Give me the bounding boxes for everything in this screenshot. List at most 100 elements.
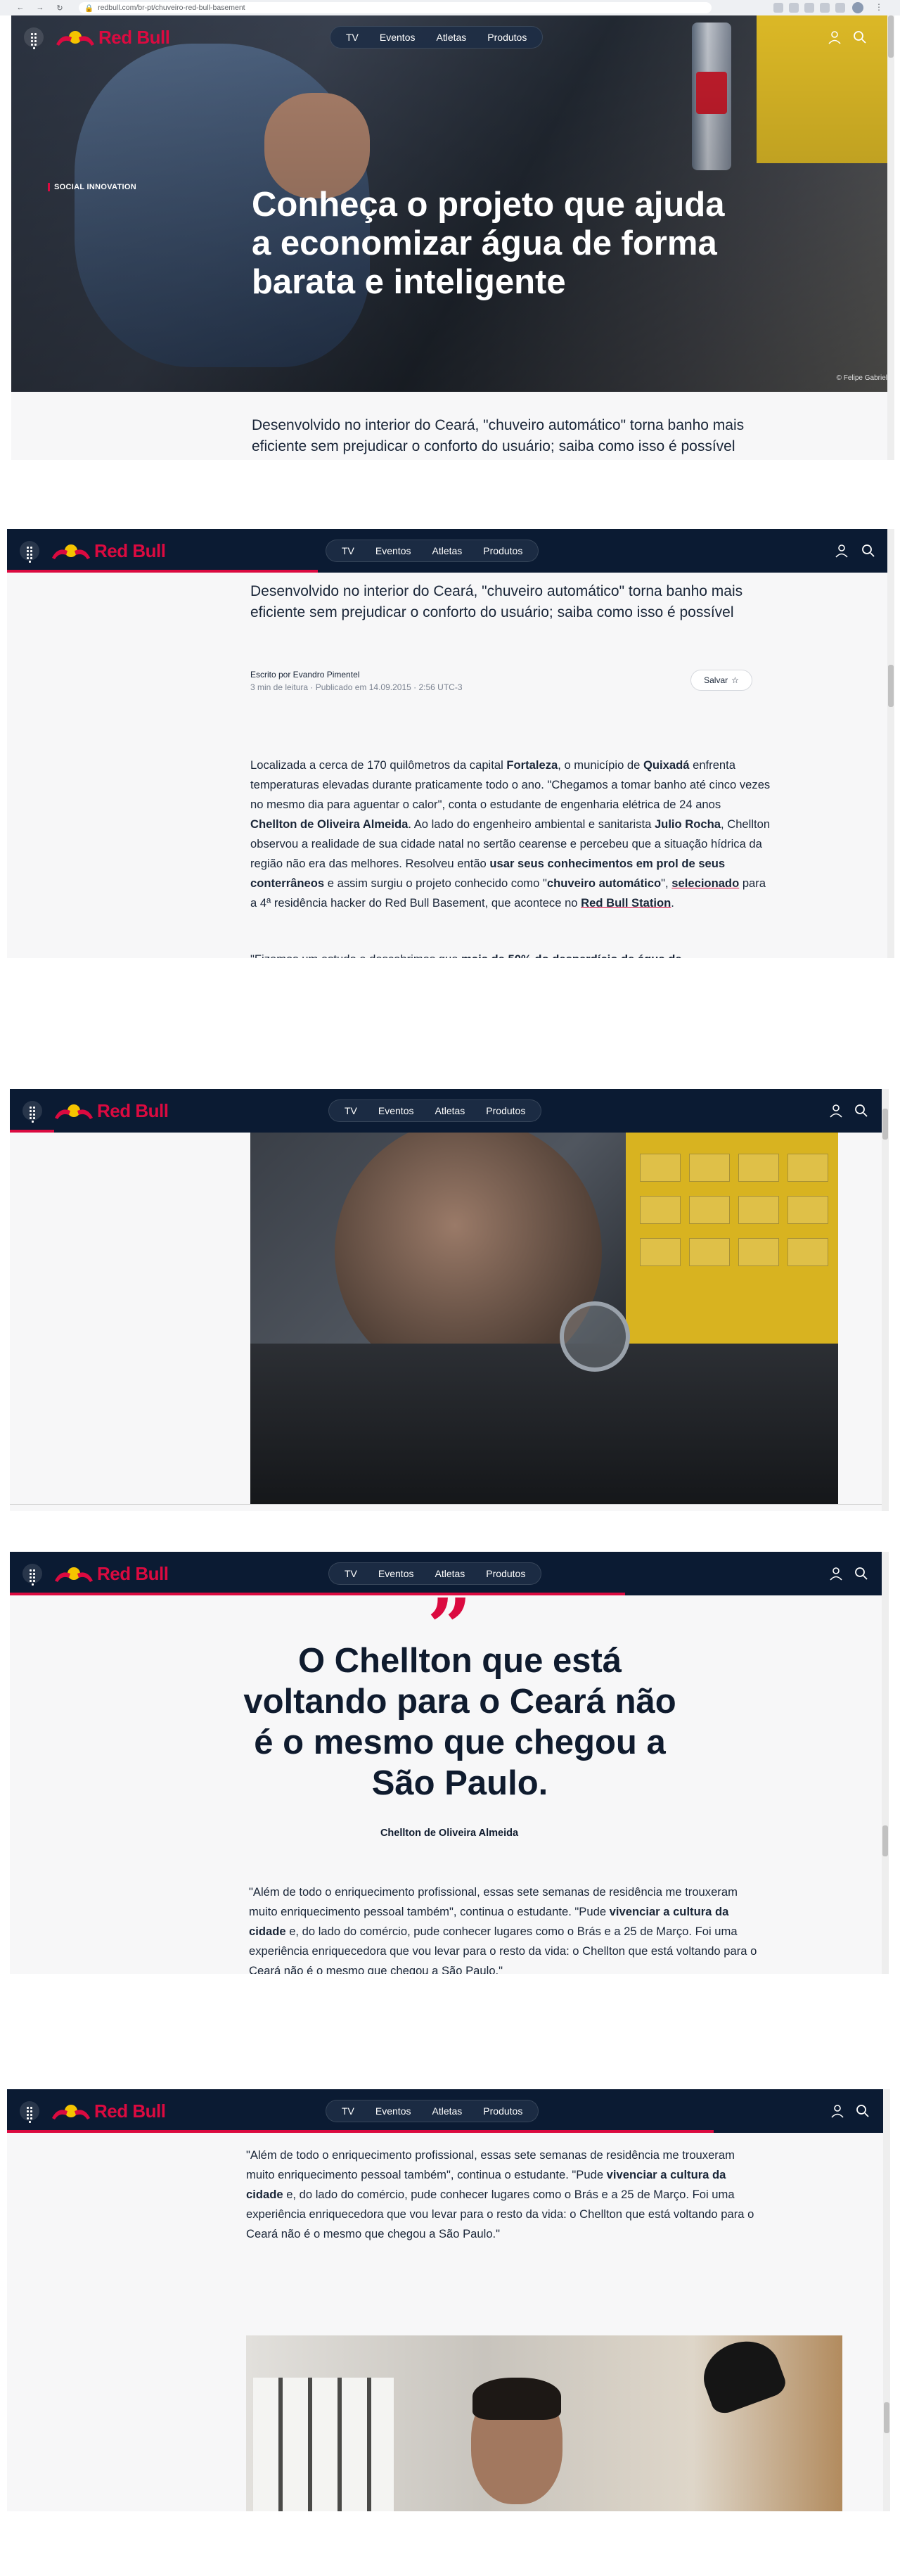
main-nav: TV Eventos Atletas Produtos xyxy=(326,2100,539,2122)
category-label[interactable]: SOCIAL INNOVATION xyxy=(48,183,136,191)
nav-item-atletas[interactable]: Atletas xyxy=(432,545,462,556)
emphasis: vivenciar a cultura da cidade xyxy=(249,1905,729,1938)
nav-item-eventos[interactable]: Eventos xyxy=(375,545,411,556)
photo-credit: © Felipe Gabriel xyxy=(836,374,887,382)
screenshot-article-photo: Red Bull TV Eventos Atletas Produtos xyxy=(10,1089,889,1511)
bulls-icon xyxy=(55,1567,93,1582)
quote-author: Chellton de Oliveira Almeida xyxy=(380,1828,519,1839)
scroll-thumb[interactable] xyxy=(884,2402,889,2433)
address-bar[interactable]: 🔒 redbull.com/br-pt/chuveiro-red-bull-ba… xyxy=(79,2,712,13)
browser-toolbar: ← → ↻ 🔒 redbull.com/br-pt/chuveiro-red-b… xyxy=(0,0,900,15)
search-icon[interactable] xyxy=(855,2103,870,2119)
brand-wordmark: Red Bull xyxy=(98,27,170,48)
reading-progress-bar xyxy=(7,2130,714,2133)
search-icon[interactable] xyxy=(852,30,868,45)
apps-grid-icon[interactable] xyxy=(20,2101,39,2123)
site-header: Red Bull TV Eventos Atletas Produtos xyxy=(11,15,894,59)
nav-item-atletas[interactable]: Atletas xyxy=(435,1105,465,1116)
red-bull-logo[interactable]: Red Bull xyxy=(55,27,170,49)
user-icon[interactable] xyxy=(828,1566,844,1581)
nav-item-atletas[interactable]: Atletas xyxy=(432,2105,462,2117)
search-icon[interactable] xyxy=(854,1566,869,1581)
emphasis: mais de 50% do desperdício de água de xyxy=(461,952,682,958)
article-paragraph-2: "Fizemos um estudo e descobrimos que mai… xyxy=(250,950,771,958)
nav-item-eventos[interactable]: Eventos xyxy=(378,1105,414,1116)
scroll-thumb[interactable] xyxy=(882,1825,888,1856)
nav-item-produtos[interactable]: Produtos xyxy=(487,32,527,43)
nav-item-eventos[interactable]: Eventos xyxy=(378,1568,414,1579)
byline: Escrito por Evandro Pimentel 3 min de le… xyxy=(250,670,463,692)
extension-icon[interactable] xyxy=(773,3,783,13)
article-lead: Desenvolvido no interior do Ceará, "chuv… xyxy=(250,583,743,620)
inline-link[interactable]: Red Bull Station xyxy=(581,896,671,910)
nav-item-tv[interactable]: TV xyxy=(346,32,359,43)
site-header: Red Bull TV Eventos Atletas Produtos xyxy=(7,529,894,573)
scrollbar[interactable] xyxy=(882,1552,889,1974)
screenshot-portrait: Red Bull TV Eventos Atletas Produtos "Al… xyxy=(7,2089,890,2511)
profile-avatar[interactable] xyxy=(852,2,863,13)
publish-time: 3 min de leitura · Publicado em 14.09.20… xyxy=(250,682,463,692)
nav-item-atletas[interactable]: Atletas xyxy=(436,32,466,43)
scrollbar[interactable] xyxy=(887,15,894,460)
extension-icon[interactable] xyxy=(820,3,830,13)
red-bull-logo[interactable]: Red Bull xyxy=(51,540,166,562)
nav-item-produtos[interactable]: Produtos xyxy=(483,545,522,556)
emphasis: Fortaleza xyxy=(506,758,558,772)
extension-icon[interactable] xyxy=(804,3,814,13)
brand-wordmark: Red Bull xyxy=(94,540,166,561)
brand-wordmark: Red Bull xyxy=(94,2100,166,2122)
nav-item-produtos[interactable]: Produtos xyxy=(486,1105,525,1116)
back-icon[interactable]: ← xyxy=(14,4,27,12)
apps-grid-icon[interactable] xyxy=(22,1564,42,1586)
scroll-thumb[interactable] xyxy=(882,1109,888,1140)
apps-grid-icon[interactable] xyxy=(22,1101,42,1123)
reading-progress-bar xyxy=(10,1130,54,1133)
inline-link[interactable]: selecionado xyxy=(671,876,739,890)
red-bull-logo[interactable]: Red Bull xyxy=(51,2100,166,2122)
article-title: Conheça o projeto que ajuda a economizar… xyxy=(252,186,725,301)
sidebar-icon[interactable] xyxy=(835,3,845,13)
reload-icon[interactable]: ↻ xyxy=(53,4,66,13)
search-icon[interactable] xyxy=(854,1103,869,1118)
nav-item-produtos[interactable]: Produtos xyxy=(483,2105,522,2117)
nav-item-produtos[interactable]: Produtos xyxy=(486,1568,525,1579)
nav-item-atletas[interactable]: Atletas xyxy=(435,1568,465,1579)
nav-item-tv[interactable]: TV xyxy=(345,1568,357,1579)
red-bull-logo[interactable]: Red Bull xyxy=(53,1100,169,1122)
extension-icon[interactable] xyxy=(789,3,799,13)
nav-item-tv[interactable]: TV xyxy=(342,2105,354,2117)
main-nav: TV Eventos Atletas Produtos xyxy=(326,540,539,562)
user-icon[interactable] xyxy=(834,543,849,559)
scrollbar[interactable] xyxy=(882,1089,889,1511)
divider xyxy=(10,1504,882,1505)
url-text: redbull.com/br-pt/chuveiro-red-bull-base… xyxy=(98,4,245,12)
nav-item-eventos[interactable]: Eventos xyxy=(375,2105,411,2117)
nav-item-tv[interactable]: TV xyxy=(345,1105,357,1116)
screenshot-hero: Red Bull TV Eventos Atletas Produtos SOC… xyxy=(11,15,894,460)
nav-item-eventos[interactable]: Eventos xyxy=(380,32,416,43)
user-icon[interactable] xyxy=(828,1103,844,1118)
site-header: Red Bull TV Eventos Atletas Produtos xyxy=(7,2089,890,2133)
scrollbar[interactable] xyxy=(887,529,894,958)
emphasis: Chellton de Oliveira Almeida xyxy=(250,817,409,831)
menu-kebab-icon[interactable]: ⋮ xyxy=(875,2,883,12)
nav-item-tv[interactable]: TV xyxy=(342,545,354,556)
emphasis: vivenciar a cultura da cidade xyxy=(246,2168,726,2201)
main-nav: TV Eventos Atletas Produtos xyxy=(330,26,544,49)
user-icon[interactable] xyxy=(830,2103,845,2119)
user-icon[interactable] xyxy=(827,30,842,45)
search-icon[interactable] xyxy=(861,543,876,559)
scroll-thumb[interactable] xyxy=(888,15,894,58)
author-line[interactable]: Escrito por Evandro Pimentel xyxy=(250,670,463,680)
scrollbar[interactable] xyxy=(883,2089,890,2511)
forward-icon[interactable]: → xyxy=(34,4,46,12)
star-icon: ☆ xyxy=(731,675,739,685)
bulls-icon xyxy=(55,1104,93,1119)
apps-grid-icon[interactable] xyxy=(24,27,44,49)
red-bull-logo[interactable]: Red Bull xyxy=(53,1563,169,1585)
screenshot-pull-quote: Red Bull TV Eventos Atletas Produtos ” O… xyxy=(10,1552,889,1974)
apps-grid-icon[interactable] xyxy=(20,541,39,563)
save-button[interactable]: Salvar ☆ xyxy=(690,670,752,691)
scroll-thumb[interactable] xyxy=(888,665,894,707)
article-lead: Desenvolvido no interior do Ceará, "chuv… xyxy=(252,417,745,454)
